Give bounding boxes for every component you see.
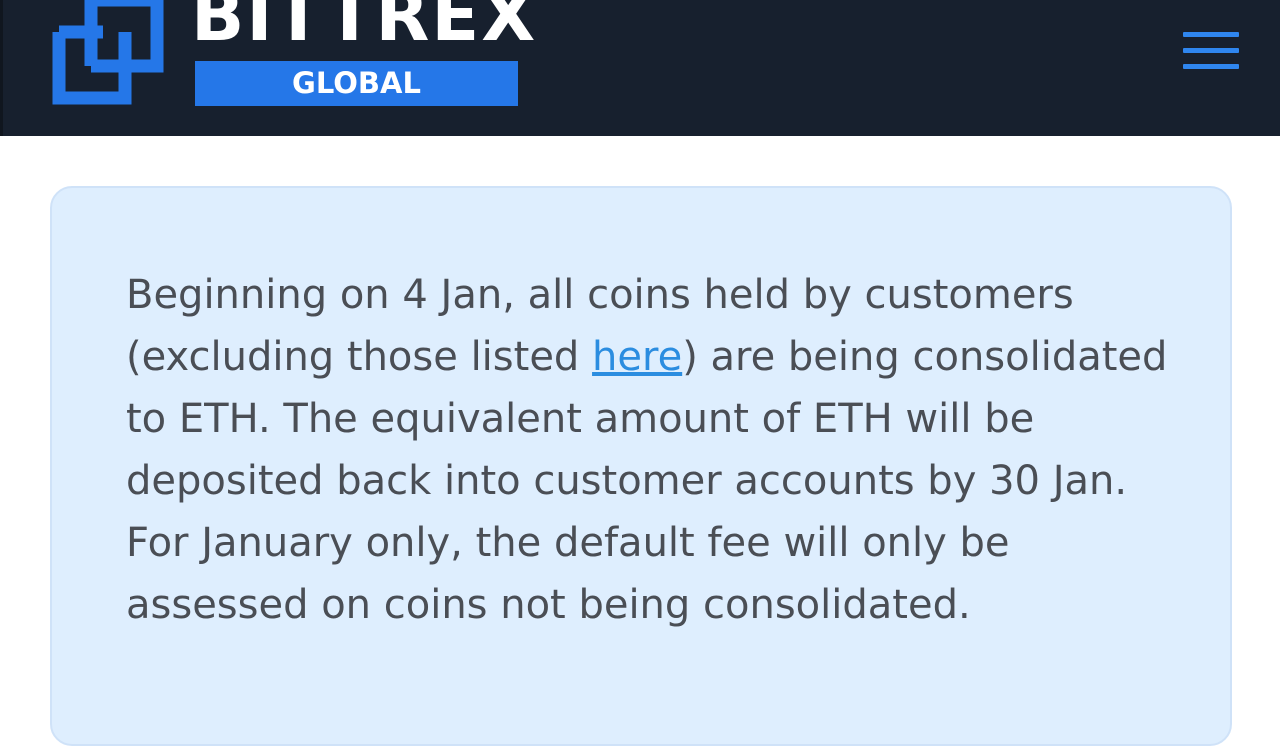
bittrex-logo-icon[interactable] bbox=[51, 0, 165, 108]
hamburger-menu-icon[interactable] bbox=[1179, 28, 1241, 74]
menu-bar-middle bbox=[1183, 48, 1239, 53]
brand-sub-badge: GLOBAL bbox=[195, 61, 518, 106]
brand-wordmark[interactable]: BITTREX bbox=[191, 0, 537, 56]
notice-text: Beginning on 4 Jan, all coins held by cu… bbox=[126, 264, 1186, 636]
notice-here-link[interactable]: here bbox=[592, 334, 682, 380]
menu-bar-top bbox=[1183, 32, 1239, 37]
site-header: BITTREX GLOBAL bbox=[0, 0, 1280, 136]
menu-bar-bottom bbox=[1183, 64, 1239, 69]
